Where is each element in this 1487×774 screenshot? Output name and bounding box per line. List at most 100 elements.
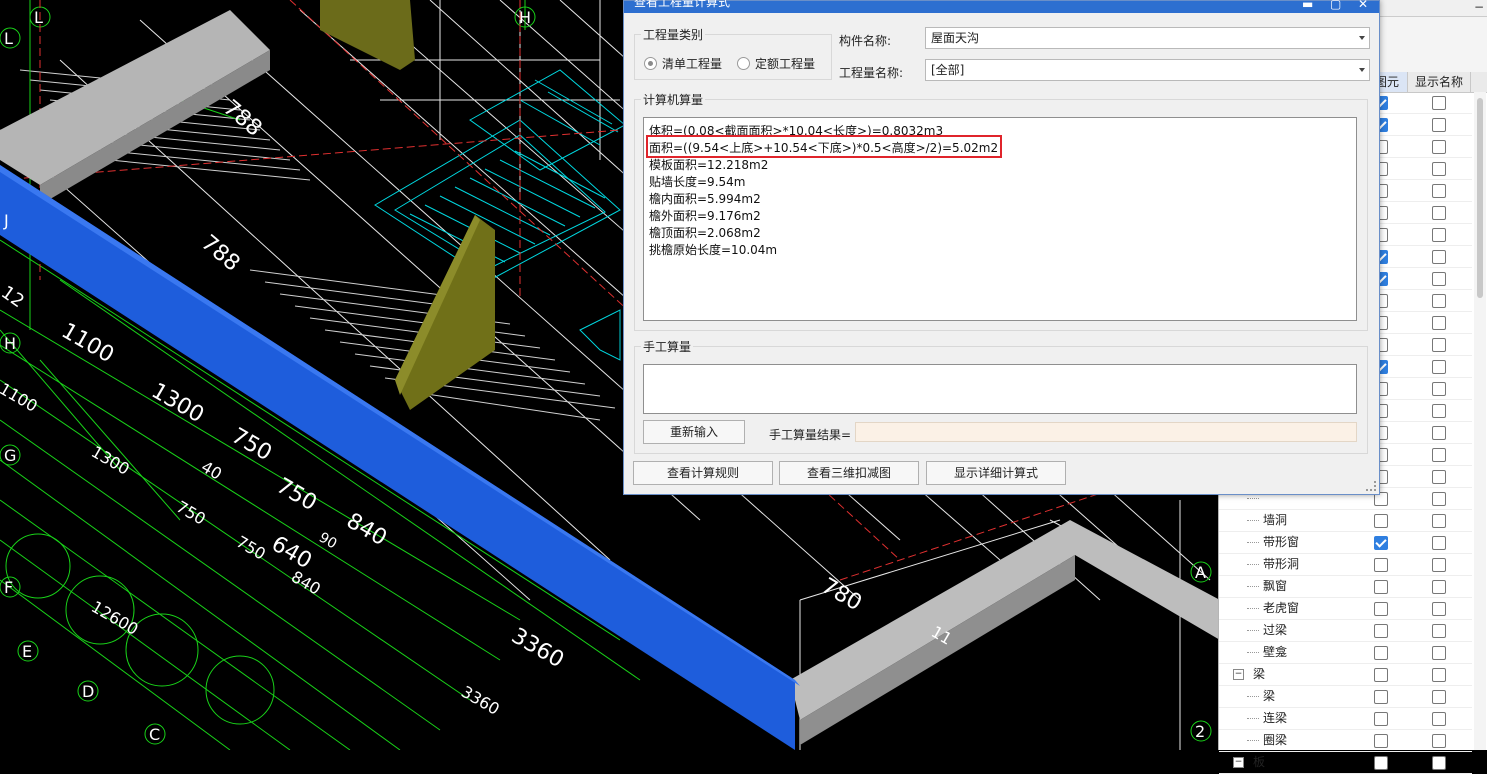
tree-item-row[interactable]: 墙洞	[1219, 510, 1472, 532]
tree-item-row[interactable]: 飘窗	[1219, 576, 1472, 598]
area-formula-highlight	[646, 135, 1002, 158]
show-name-checkbox[interactable]	[1432, 646, 1446, 660]
show-name-checkbox[interactable]	[1432, 558, 1446, 572]
computer-calc-title: 计算机算量	[641, 91, 706, 108]
show-name-checkbox[interactable]	[1432, 470, 1446, 484]
reenter-button[interactable]: 重新输入	[643, 420, 745, 444]
show-name-checkbox[interactable]	[1432, 228, 1446, 242]
show-element-checkbox[interactable]	[1374, 668, 1388, 682]
tree-group-row[interactable]: − 梁	[1219, 664, 1472, 686]
show-name-checkbox[interactable]	[1432, 272, 1446, 286]
dim-788-b: 788	[196, 230, 244, 276]
dim-840-b: 840	[288, 567, 324, 599]
tree-item-row[interactable]: 梁	[1219, 686, 1472, 708]
close-icon[interactable]: ✕	[1358, 0, 1368, 11]
show-name-checkbox[interactable]	[1432, 602, 1446, 616]
tree-item-row[interactable]: 壁龛	[1219, 642, 1472, 664]
tree-item-label: 带形洞	[1263, 557, 1300, 571]
show-name-checkbox[interactable]	[1432, 426, 1446, 440]
show-element-checkbox[interactable]	[1374, 624, 1388, 638]
show-name-checkbox[interactable]	[1432, 690, 1446, 704]
tree-item-row[interactable]: 连梁	[1219, 708, 1472, 730]
tree-group-row[interactable]: − 板	[1219, 752, 1472, 774]
tree-item-row[interactable]: 老虎窗	[1219, 598, 1472, 620]
show-element-checkbox[interactable]	[1374, 712, 1388, 726]
tree-item-label: 圈梁	[1263, 733, 1288, 747]
radio-bill-quantity-label[interactable]: 清单工程量	[662, 55, 722, 72]
quantity-name-select[interactable]: [全部]	[925, 59, 1370, 81]
show-name-checkbox[interactable]	[1432, 140, 1446, 154]
axis-label-h-top: H	[519, 8, 531, 27]
show-element-checkbox[interactable]	[1374, 580, 1388, 594]
component-name-select[interactable]: 屋面天沟	[925, 27, 1370, 49]
panel-collapse-icon[interactable]: −	[1474, 0, 1484, 14]
dim-3360-b: 3360	[458, 682, 503, 719]
show-name-checkbox[interactable]	[1432, 338, 1446, 352]
show-name-checkbox[interactable]	[1432, 624, 1446, 638]
view-3d-deduction-button[interactable]: 查看三维扣减图	[779, 461, 919, 485]
manual-calc-title: 手工算量	[641, 338, 694, 355]
tree-connector	[1247, 652, 1259, 653]
show-name-checkbox[interactable]	[1432, 580, 1446, 594]
show-element-checkbox[interactable]	[1374, 756, 1388, 770]
maximize-icon[interactable]: ▢	[1330, 0, 1341, 11]
radio-bill-quantity[interactable]	[644, 57, 657, 70]
quantity-formula-dialog: 查看工程量计算式 ▬ ▢ ✕ 工程量类别 清单工程量 定额工程量 构件名称: 屋…	[623, 0, 1380, 495]
show-name-checkbox[interactable]	[1432, 448, 1446, 462]
radio-quota-quantity-label[interactable]: 定额工程量	[755, 55, 815, 72]
tree-connector	[1247, 542, 1259, 543]
show-name-checkbox[interactable]	[1432, 756, 1446, 770]
calc-line-eave-inner-area: 檐内面积=5.994m2	[649, 192, 761, 206]
show-name-checkbox[interactable]	[1432, 316, 1446, 330]
resize-grip-icon[interactable]	[1366, 481, 1376, 491]
tree-item-label: 梁	[1253, 667, 1266, 681]
show-element-checkbox[interactable]	[1374, 536, 1388, 550]
radio-quota-quantity[interactable]	[737, 57, 750, 70]
show-name-checkbox[interactable]	[1432, 404, 1446, 418]
show-element-checkbox[interactable]	[1374, 646, 1388, 660]
tree-item-row[interactable]: 带形洞	[1219, 554, 1472, 576]
panel-scrollbar-thumb[interactable]	[1477, 98, 1483, 298]
show-detailed-formula-button[interactable]: 显示详细计算式	[926, 461, 1066, 485]
tree-connector	[1247, 564, 1259, 565]
show-element-checkbox[interactable]	[1374, 690, 1388, 704]
show-name-checkbox[interactable]	[1432, 536, 1446, 550]
tree-item-label: 连梁	[1263, 711, 1288, 725]
tree-connector	[1247, 520, 1259, 521]
show-name-checkbox[interactable]	[1432, 206, 1446, 220]
show-element-checkbox[interactable]	[1374, 514, 1388, 528]
show-name-checkbox[interactable]	[1432, 162, 1446, 176]
dialog-titlebar[interactable]: 查看工程量计算式 ▬ ▢ ✕	[624, 0, 1379, 13]
show-element-checkbox[interactable]	[1374, 558, 1388, 572]
minimize-icon[interactable]: ▬	[1302, 0, 1313, 11]
show-name-checkbox[interactable]	[1432, 492, 1446, 506]
show-name-checkbox[interactable]	[1432, 382, 1446, 396]
show-name-checkbox[interactable]	[1432, 250, 1446, 264]
show-name-checkbox[interactable]	[1432, 118, 1446, 132]
show-name-checkbox[interactable]	[1432, 668, 1446, 682]
show-name-checkbox[interactable]	[1432, 734, 1446, 748]
show-name-checkbox[interactable]	[1432, 360, 1446, 374]
dialog-title: 查看工程量计算式	[634, 0, 731, 9]
dim-40: 40	[198, 457, 225, 484]
show-name-checkbox[interactable]	[1432, 712, 1446, 726]
quantity-name-value: [全部]	[931, 63, 965, 77]
view-calc-rules-button[interactable]: 查看计算规则	[633, 461, 773, 485]
collapse-toggle-icon[interactable]: −	[1233, 757, 1244, 768]
show-name-checkbox[interactable]	[1432, 96, 1446, 110]
manual-result-field[interactable]	[855, 422, 1357, 442]
tree-item-row[interactable]: 过梁	[1219, 620, 1472, 642]
tree-item-row[interactable]: 带形窗	[1219, 532, 1472, 554]
panel-scrollbar[interactable]	[1474, 92, 1486, 750]
show-name-checkbox[interactable]	[1432, 184, 1446, 198]
show-element-checkbox[interactable]	[1374, 602, 1388, 616]
tree-item-row[interactable]: 圈梁	[1219, 730, 1472, 752]
show-element-checkbox[interactable]	[1374, 734, 1388, 748]
show-name-checkbox[interactable]	[1432, 294, 1446, 308]
collapse-toggle-icon[interactable]: −	[1233, 669, 1244, 680]
column-header-show-name[interactable]: 显示名称	[1408, 72, 1471, 92]
show-name-checkbox[interactable]	[1432, 514, 1446, 528]
tree-item-label: 墙洞	[1263, 513, 1288, 527]
tree-connector	[1247, 586, 1259, 587]
manual-calc-input[interactable]	[643, 364, 1357, 414]
